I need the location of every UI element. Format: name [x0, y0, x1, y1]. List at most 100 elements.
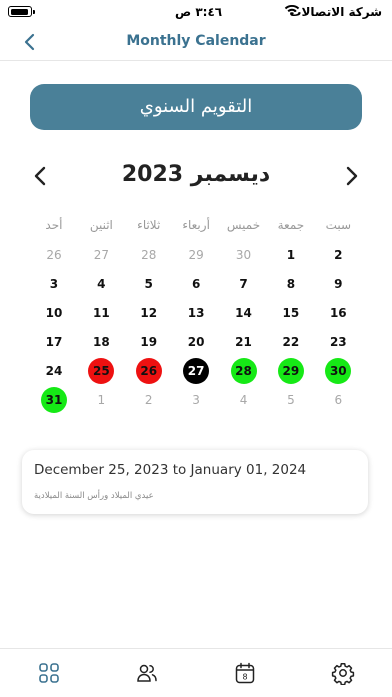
tab-settings[interactable]	[331, 661, 355, 686]
event-description: عيدي الميلاد ورأس السنة الميلادية	[34, 491, 154, 501]
day-number: 3	[192, 392, 200, 407]
day-number: 6	[191, 276, 201, 291]
calendar-day[interactable]: 22	[267, 327, 314, 356]
day-number: 26	[46, 247, 62, 262]
day-number: 27	[183, 357, 210, 384]
calendar-day[interactable]: 12	[125, 298, 172, 327]
day-number: 22	[282, 334, 300, 349]
day-number: 5	[287, 392, 295, 407]
calendar-day[interactable]: 30	[220, 240, 267, 269]
calendar-day[interactable]: 3	[30, 269, 77, 298]
day-number: 2	[334, 247, 343, 262]
day-number: 8	[286, 276, 296, 291]
calendar-day[interactable]: 4	[220, 385, 267, 414]
calendar-day[interactable]: 6	[172, 269, 219, 298]
calendar-day[interactable]: 28	[125, 240, 172, 269]
calendar-day[interactable]: 29	[267, 356, 314, 385]
calendar-day[interactable]: 26	[30, 240, 77, 269]
calendar-day[interactable]: 11	[78, 298, 125, 327]
battery-icon	[8, 6, 35, 17]
calendar-day[interactable]: 17	[30, 327, 77, 356]
calendar-day[interactable]: 9	[315, 269, 362, 298]
calendar-day[interactable]: 2	[315, 240, 362, 269]
day-number: 29	[188, 247, 204, 262]
event-card[interactable]: December 25, 2023 to January 01, 2024 عي…	[22, 450, 368, 514]
day-number: 4	[97, 276, 106, 291]
calendar-day[interactable]: 14	[220, 298, 267, 327]
calendar-day[interactable]: 2	[125, 385, 172, 414]
weekday-label: اثنين	[89, 218, 113, 232]
calendar-day[interactable]: 1	[267, 240, 314, 269]
day-number: 16	[329, 305, 347, 320]
calendar-day[interactable]: 13	[172, 298, 219, 327]
calendar-day[interactable]: 8	[267, 269, 314, 298]
day-number: 12	[140, 305, 158, 320]
grid-icon	[39, 663, 59, 683]
day-number: 3	[49, 276, 59, 291]
next-month-button[interactable]	[340, 164, 362, 188]
day-number: 14	[235, 305, 252, 320]
day-number: 15	[282, 305, 300, 320]
calendar-day[interactable]: 31	[30, 385, 77, 414]
tab-users[interactable]	[135, 661, 159, 685]
tab-calendar[interactable]: 8	[233, 661, 257, 685]
month-title: ديسمبر 2023	[121, 162, 271, 187]
calendar-day[interactable]: 26	[125, 356, 172, 385]
calendar-day[interactable]: 16	[315, 298, 362, 327]
calendar-day[interactable]: 29	[172, 240, 219, 269]
day-number: 30	[325, 357, 352, 384]
calendar-day[interactable]: 10	[30, 298, 77, 327]
day-number: 10	[45, 305, 63, 320]
day-number: 20	[187, 334, 205, 349]
calendar-day[interactable]: 27	[172, 356, 219, 385]
day-number: 1	[286, 247, 296, 262]
calendar-day[interactable]: 18	[78, 327, 125, 356]
nav-bar: Monthly Calendar	[0, 26, 392, 61]
calendar-day[interactable]: 1	[78, 385, 125, 414]
day-number: 31	[40, 386, 67, 413]
day-number: 1	[97, 392, 106, 407]
calendar-day[interactable]: 30	[315, 356, 362, 385]
calendar-day[interactable]: 24	[30, 356, 77, 385]
calendar-day[interactable]: 4	[78, 269, 125, 298]
day-number: 28	[230, 357, 257, 384]
tab-home[interactable]	[37, 661, 61, 685]
event-dates: December 25, 2023 to January 01, 2024	[34, 462, 307, 478]
calendar-day[interactable]: 6	[315, 385, 362, 414]
calendar-day[interactable]: 21	[220, 327, 267, 356]
weekday-label: ثلاثاء	[137, 218, 161, 232]
day-number: 29	[277, 357, 304, 384]
gear-icon	[331, 663, 355, 686]
day-number: 21	[235, 334, 252, 349]
carrier-name: شركة الاتصالات	[289, 5, 382, 19]
calendar-day[interactable]: 15	[267, 298, 314, 327]
calendar-day[interactable]: 27	[78, 240, 125, 269]
weekday-label: أربعاء	[182, 218, 210, 232]
calendar-day[interactable]: 5	[267, 385, 314, 414]
weekday-label: خميس	[226, 218, 261, 232]
calendar-day[interactable]: 25	[78, 356, 125, 385]
day-number: 2	[144, 392, 153, 407]
weekday-label: أحد	[45, 218, 63, 232]
calendar-day[interactable]: 3	[172, 385, 219, 414]
day-number: 28	[141, 247, 157, 262]
day-number: 24	[45, 363, 63, 378]
day-number: 26	[135, 357, 162, 384]
calendar-badge: 8	[242, 673, 247, 682]
calendar-day[interactable]: 5	[125, 269, 172, 298]
day-number: 23	[329, 334, 347, 349]
day-number: 7	[239, 276, 248, 291]
calendar-day[interactable]: 23	[315, 327, 362, 356]
status-bar: ٣:٤٦ ص شركة الاتصالات	[0, 0, 392, 26]
status-time: ٣:٤٦ ص	[175, 5, 223, 19]
yearly-calendar-button[interactable]: التقويم السنوي	[30, 84, 362, 130]
day-number: 27	[93, 247, 109, 262]
calendar-day[interactable]: 19	[125, 327, 172, 356]
calendar-day[interactable]: 7	[220, 269, 267, 298]
calendar-day[interactable]: 20	[172, 327, 219, 356]
day-number: 17	[45, 334, 63, 349]
calendar-grid: 2 1 30 29 28 27 26 9 8 7 6 5 4 3 16 15 14 13 12 11 10 23 22 21 2…	[30, 240, 362, 414]
calendar-day[interactable]: 28	[220, 356, 267, 385]
weekday-header: سبت جمعة خميس أربعاء ثلاثاء اثنين أحد	[30, 218, 362, 238]
page-title: Monthly Calendar	[126, 33, 266, 49]
